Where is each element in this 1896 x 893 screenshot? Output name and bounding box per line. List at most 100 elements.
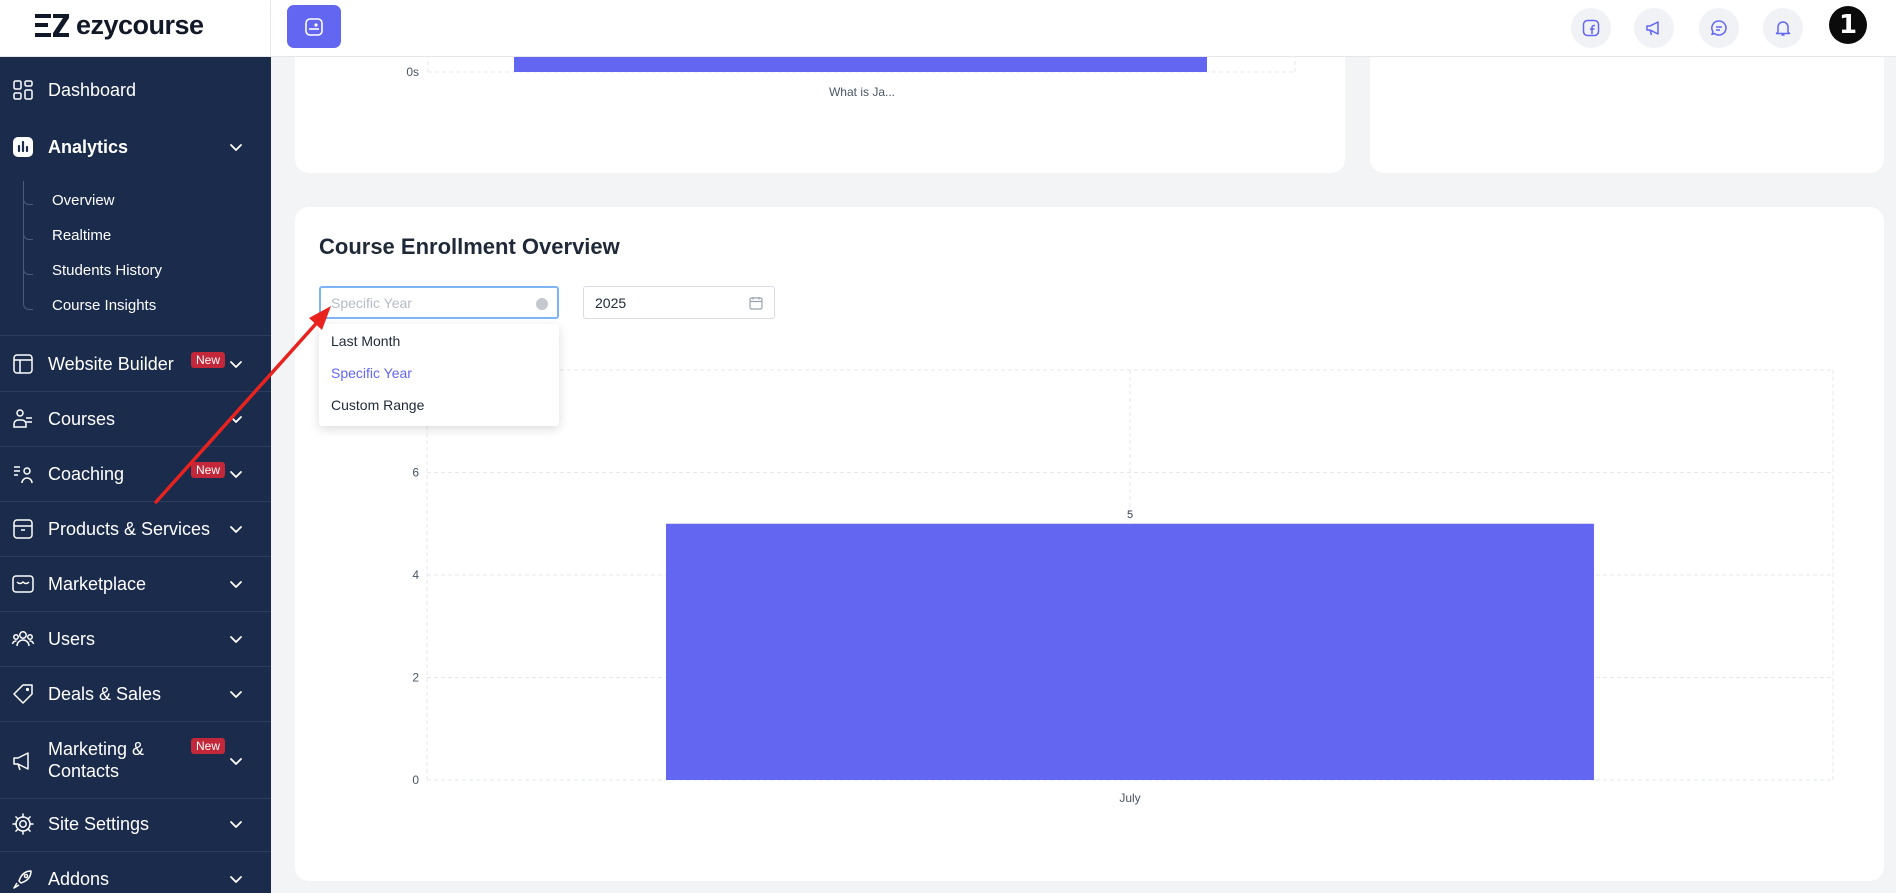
chevron-down-icon xyxy=(230,526,242,533)
megaphone-icon xyxy=(13,752,29,771)
calendar-icon xyxy=(749,297,763,310)
sidebar-divider xyxy=(0,556,271,557)
website-builder-icon xyxy=(13,354,33,374)
option-last-month[interactable]: Last Month xyxy=(331,333,400,349)
sidebar-item-coaching[interactable]: Coaching New xyxy=(0,457,271,491)
period-select[interactable]: Specific Year xyxy=(319,286,559,319)
logo-area: ezycourse xyxy=(0,0,271,57)
sidebar-label-products-services: Products & Services xyxy=(48,519,211,539)
sidebar-label-website-builder: Website Builder xyxy=(48,354,174,374)
brand-logo[interactable]: ezycourse xyxy=(34,10,204,41)
chevron-down-icon xyxy=(230,471,242,478)
sidebar-item-deals-sales[interactable]: Deals & Sales xyxy=(0,677,271,711)
sidebar-label-marketing-line1: Marketing & xyxy=(48,739,145,759)
chevron-down-icon xyxy=(230,581,242,588)
new-badge: New xyxy=(191,352,226,368)
box-icon xyxy=(13,519,33,539)
sidebar-subitem-course-insights[interactable]: Course Insights xyxy=(52,297,156,314)
submenu-connector xyxy=(23,265,33,275)
sidebar-label-courses: Courses xyxy=(48,409,116,429)
option-custom-range[interactable]: Custom Range xyxy=(331,397,424,413)
chart-bar xyxy=(514,57,1207,72)
sidebar-divider xyxy=(0,666,271,667)
submenu-connector xyxy=(23,230,33,240)
analytics-icon xyxy=(13,137,33,157)
gear-icon xyxy=(12,813,34,835)
sidebar-label-dashboard: Dashboard xyxy=(48,80,137,100)
sidebar-label-coaching: Coaching xyxy=(48,464,125,484)
layout-toggle-icon xyxy=(305,17,323,36)
y-tick-label: 0s xyxy=(406,65,419,79)
period-dropdown-menu: Last Month Specific Year Custom Range xyxy=(319,324,559,426)
sidebar-item-analytics[interactable]: Analytics xyxy=(0,130,271,164)
section-title: Course Enrollment Overview xyxy=(319,234,620,259)
chevron-down-icon xyxy=(230,416,242,423)
top-bar: ezycourse 1 xyxy=(0,0,1896,57)
sidebar-divider xyxy=(0,611,271,612)
submenu-connector xyxy=(23,195,33,205)
new-badge: New xyxy=(191,738,226,754)
sidebar-item-users[interactable]: Users xyxy=(0,622,271,656)
sidebar-item-website-builder[interactable]: Website Builder New xyxy=(0,347,271,381)
tag-icon xyxy=(13,684,33,704)
user-avatar[interactable]: 1 xyxy=(1829,6,1867,44)
chat-icon xyxy=(1711,20,1727,36)
messages-button[interactable] xyxy=(1699,8,1739,48)
sidebar-divider xyxy=(0,798,271,799)
sidebar-divider xyxy=(0,391,271,392)
chevron-down-icon xyxy=(230,636,242,643)
x-tick-label: What is Ja... xyxy=(829,85,895,99)
submenu-connector xyxy=(23,300,33,310)
new-badge: New xyxy=(191,462,226,478)
sidebar-label-deals-sales: Deals & Sales xyxy=(48,684,162,704)
dashboard-icon xyxy=(13,80,33,100)
option-specific-year[interactable]: Specific Year xyxy=(331,365,412,381)
ez-logo-icon xyxy=(35,14,69,37)
sidebar-item-courses[interactable]: Courses xyxy=(0,402,271,436)
announcements-button[interactable] xyxy=(1634,8,1674,48)
sidebar-divider xyxy=(0,446,271,447)
clear-icon[interactable] xyxy=(536,298,548,310)
users-icon xyxy=(11,631,35,647)
sidebar-divider xyxy=(0,851,271,852)
sidebar-label-marketplace: Marketplace xyxy=(48,574,147,594)
sidebar: Dashboard Analytics Overview Realtime St… xyxy=(0,57,271,893)
sidebar-item-addons[interactable]: Addons xyxy=(0,862,271,893)
facebook-button[interactable] xyxy=(1571,8,1611,48)
coaching-icon xyxy=(14,466,33,484)
sidebar-item-dashboard[interactable]: Dashboard xyxy=(0,73,271,107)
sidebar-subitem-overview[interactable]: Overview xyxy=(52,192,115,209)
chevron-down-icon xyxy=(230,691,242,698)
marketplace-icon xyxy=(12,575,34,593)
courses-icon xyxy=(13,409,32,428)
chevron-down-icon xyxy=(230,821,242,828)
sidebar-subitem-realtime[interactable]: Realtime xyxy=(52,227,111,244)
sidebar-item-marketing-contacts[interactable]: Marketing & Contacts New xyxy=(0,733,271,789)
chevron-up-icon xyxy=(230,144,242,151)
sidebar-divider xyxy=(0,721,271,722)
sidebar-item-site-settings[interactable]: Site Settings xyxy=(0,807,271,841)
chevron-down-icon xyxy=(230,361,242,368)
year-picker[interactable]: 2025 xyxy=(583,286,775,319)
sidebar-label-users: Users xyxy=(48,629,96,649)
sidebar-item-marketplace[interactable]: Marketplace xyxy=(0,567,271,601)
notifications-button[interactable] xyxy=(1763,8,1803,48)
period-select-placeholder: Specific Year xyxy=(331,295,412,311)
sidebar-toggle-button[interactable] xyxy=(287,5,341,48)
megaphone-icon xyxy=(1646,21,1659,36)
year-value: 2025 xyxy=(595,295,627,311)
sidebar-label-analytics: Analytics xyxy=(48,137,129,157)
rocket-icon xyxy=(13,870,32,889)
sidebar-label-marketing-line2: Contacts xyxy=(48,761,120,781)
sidebar-label-addons: Addons xyxy=(48,869,110,889)
sidebar-item-products-services[interactable]: Products & Services xyxy=(0,512,271,546)
facebook-icon xyxy=(1582,19,1600,37)
sidebar-divider xyxy=(0,335,271,336)
brand-name: ezycourse xyxy=(76,10,204,40)
sidebar-divider xyxy=(0,501,271,502)
chevron-down-icon xyxy=(230,758,242,765)
sidebar-subitem-students-history[interactable]: Students History xyxy=(52,262,162,279)
bell-icon xyxy=(1775,21,1791,36)
chevron-down-icon xyxy=(230,876,242,883)
sidebar-label-site-settings: Site Settings xyxy=(48,814,150,834)
